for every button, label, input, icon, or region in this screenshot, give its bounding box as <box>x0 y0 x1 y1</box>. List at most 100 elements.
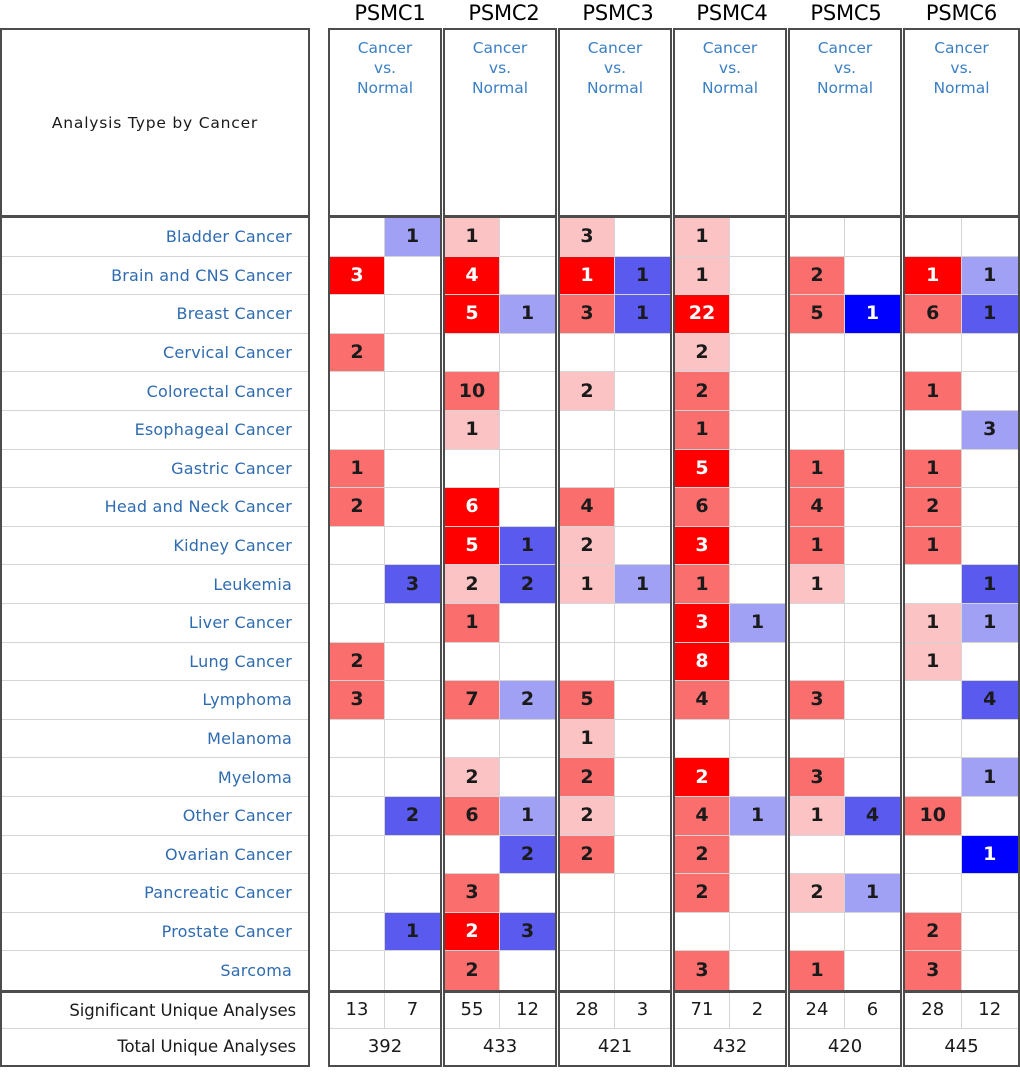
heatmap-cell-up[interactable]: 1 <box>905 526 962 565</box>
heatmap-cell-up[interactable]: 1 <box>445 603 500 642</box>
row-label[interactable]: Pancreatic Cancer <box>2 874 308 913</box>
column-subheader[interactable]: Cancer vs. Normal <box>330 30 440 218</box>
heatmap-cell-up[interactable]: 4 <box>790 488 845 526</box>
heatmap-cell-up[interactable]: 6 <box>905 295 962 333</box>
heatmap-cell-up[interactable]: 1 <box>790 951 845 990</box>
heatmap-cell-up[interactable]: 2 <box>445 565 500 603</box>
heatmap-cell-up[interactable]: 2 <box>330 642 385 681</box>
heatmap-cell-up[interactable]: 3 <box>675 526 730 565</box>
heatmap-cell-up[interactable]: 1 <box>330 449 385 488</box>
heatmap-cell-up[interactable]: 1 <box>560 565 615 603</box>
heatmap-cell-up[interactable]: 2 <box>330 333 385 372</box>
row-label[interactable]: Myeloma <box>2 758 308 797</box>
heatmap-cell-down[interactable]: 2 <box>500 681 555 719</box>
row-label[interactable]: Sarcoma <box>2 951 308 990</box>
heatmap-cell-down[interactable]: 2 <box>385 796 440 835</box>
row-label[interactable]: Liver Cancer <box>2 604 308 643</box>
heatmap-cell-up[interactable]: 3 <box>560 218 615 256</box>
heatmap-cell-up[interactable]: 2 <box>675 758 730 796</box>
heatmap-cell-down[interactable]: 1 <box>961 295 1018 333</box>
heatmap-cell-up[interactable]: 8 <box>675 642 730 681</box>
heatmap-cell-up[interactable]: 1 <box>790 565 845 603</box>
heatmap-cell-up[interactable]: 2 <box>675 333 730 372</box>
heatmap-cell-down[interactable]: 1 <box>961 758 1018 796</box>
heatmap-cell-up[interactable]: 2 <box>905 912 962 951</box>
heatmap-cell-up[interactable]: 3 <box>675 603 730 642</box>
row-label[interactable]: Prostate Cancer <box>2 913 308 952</box>
row-label[interactable]: Leukemia <box>2 565 308 604</box>
heatmap-cell-up[interactable]: 5 <box>790 295 845 333</box>
heatmap-cell-up[interactable]: 5 <box>445 526 500 565</box>
column-subheader[interactable]: Cancer vs. Normal <box>560 30 670 218</box>
heatmap-cell-up[interactable]: 1 <box>445 410 500 449</box>
heatmap-cell-up[interactable]: 1 <box>905 642 962 681</box>
heatmap-cell-down[interactable]: 1 <box>961 835 1018 874</box>
heatmap-cell-up[interactable]: 1 <box>905 449 962 488</box>
heatmap-cell-up[interactable]: 1 <box>790 796 845 835</box>
row-label[interactable]: Esophageal Cancer <box>2 411 308 450</box>
heatmap-cell-down[interactable]: 1 <box>500 295 555 333</box>
heatmap-cell-up[interactable]: 3 <box>445 874 500 912</box>
row-label[interactable]: Cervical Cancer <box>2 334 308 373</box>
heatmap-cell-up[interactable]: 1 <box>560 256 615 295</box>
heatmap-cell-up[interactable]: 6 <box>445 796 500 835</box>
heatmap-cell-up[interactable]: 7 <box>445 681 500 719</box>
heatmap-cell-down[interactable]: 1 <box>961 565 1018 603</box>
heatmap-cell-up[interactable]: 2 <box>560 796 615 835</box>
heatmap-cell-up[interactable]: 2 <box>790 874 845 912</box>
heatmap-cell-up[interactable]: 3 <box>790 681 845 719</box>
heatmap-cell-up[interactable]: 3 <box>560 295 615 333</box>
heatmap-cell-up[interactable]: 3 <box>330 681 385 719</box>
heatmap-cell-down[interactable]: 4 <box>845 796 900 835</box>
heatmap-cell-up[interactable]: 3 <box>330 256 385 295</box>
row-label[interactable]: Brain and CNS Cancer <box>2 257 308 296</box>
heatmap-cell-down[interactable]: 1 <box>845 295 900 333</box>
heatmap-cell-up[interactable]: 1 <box>675 256 730 295</box>
heatmap-cell-up[interactable]: 2 <box>675 874 730 912</box>
heatmap-cell-down[interactable]: 4 <box>961 681 1018 719</box>
heatmap-cell-up[interactable]: 2 <box>445 758 500 796</box>
heatmap-cell-up[interactable]: 1 <box>905 603 962 642</box>
column-subheader[interactable]: Cancer vs. Normal <box>445 30 555 218</box>
heatmap-cell-down[interactable]: 1 <box>845 874 900 912</box>
column-subheader[interactable]: Cancer vs. Normal <box>905 30 1018 218</box>
heatmap-cell-down[interactable]: 1 <box>730 603 785 642</box>
row-label[interactable]: Colorectal Cancer <box>2 372 308 411</box>
heatmap-cell-down[interactable]: 1 <box>615 295 670 333</box>
row-label[interactable]: Kidney Cancer <box>2 527 308 566</box>
heatmap-cell-up[interactable]: 2 <box>790 256 845 295</box>
row-label[interactable]: Head and Neck Cancer <box>2 488 308 527</box>
row-label[interactable]: Lung Cancer <box>2 643 308 682</box>
heatmap-cell-down[interactable]: 1 <box>961 603 1018 642</box>
heatmap-cell-down[interactable]: 3 <box>500 912 555 951</box>
row-label[interactable]: Melanoma <box>2 720 308 759</box>
heatmap-cell-up[interactable]: 2 <box>560 835 615 874</box>
heatmap-cell-up[interactable]: 1 <box>675 410 730 449</box>
heatmap-cell-down[interactable]: 1 <box>615 256 670 295</box>
heatmap-cell-up[interactable]: 4 <box>560 488 615 526</box>
heatmap-cell-up[interactable]: 5 <box>675 449 730 488</box>
heatmap-cell-up[interactable]: 4 <box>675 681 730 719</box>
heatmap-cell-up[interactable]: 2 <box>675 835 730 874</box>
heatmap-cell-up[interactable]: 5 <box>445 295 500 333</box>
heatmap-cell-up[interactable]: 2 <box>330 488 385 526</box>
heatmap-cell-down[interactable]: 1 <box>961 256 1018 295</box>
heatmap-cell-up[interactable]: 2 <box>445 951 500 990</box>
heatmap-cell-up[interactable]: 10 <box>445 372 500 410</box>
heatmap-cell-up[interactable]: 10 <box>905 796 962 835</box>
heatmap-cell-up[interactable]: 5 <box>560 681 615 719</box>
heatmap-cell-up[interactable]: 1 <box>905 256 962 295</box>
heatmap-cell-down[interactable]: 1 <box>385 218 440 256</box>
heatmap-cell-up[interactable]: 2 <box>675 372 730 410</box>
heatmap-cell-up[interactable]: 1 <box>790 526 845 565</box>
heatmap-cell-up[interactable]: 1 <box>675 565 730 603</box>
heatmap-cell-up[interactable]: 4 <box>675 796 730 835</box>
row-label[interactable]: Lymphoma <box>2 681 308 720</box>
heatmap-cell-down[interactable]: 3 <box>961 410 1018 449</box>
heatmap-cell-down[interactable]: 1 <box>500 526 555 565</box>
heatmap-cell-down[interactable]: 2 <box>500 835 555 874</box>
heatmap-cell-down[interactable]: 3 <box>385 565 440 603</box>
row-label[interactable]: Bladder Cancer <box>2 218 308 257</box>
heatmap-cell-up[interactable]: 2 <box>445 912 500 951</box>
heatmap-cell-up[interactable]: 2 <box>560 758 615 796</box>
